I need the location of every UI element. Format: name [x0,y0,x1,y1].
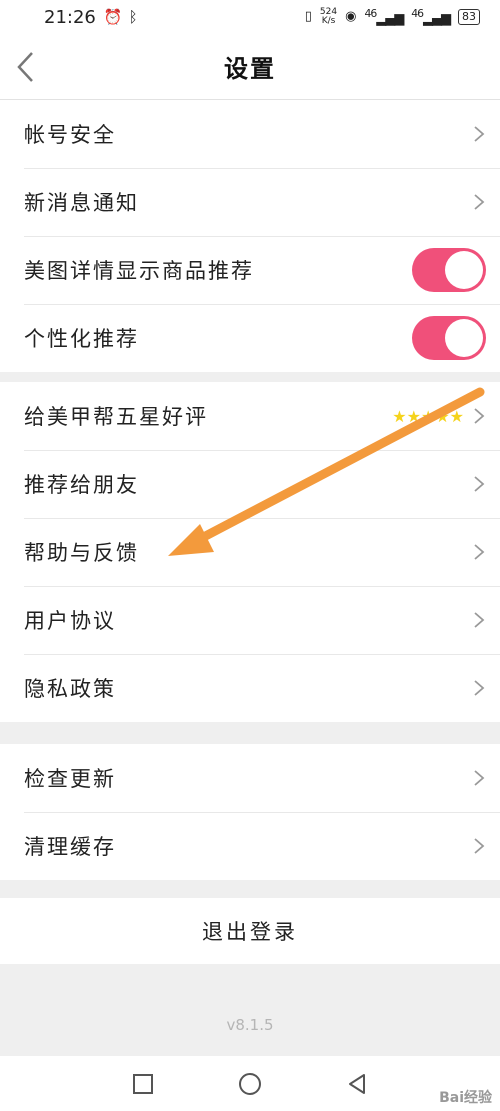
row-label: 隐私政策 [24,677,116,701]
signal-icon-2: 46▂▄▆ [411,7,451,27]
recent-apps-icon[interactable] [132,1073,154,1095]
rate-five-stars-row[interactable]: 给美甲帮五星好评 ★★★★★ [0,382,500,450]
row-label: 新消息通知 [24,191,139,215]
chevron-right-icon [474,194,485,210]
settings-group-account: 帐号安全 新消息通知 美图详情显示商品推荐 个性化推荐 [0,100,500,372]
help-feedback-row[interactable]: 帮助与反馈 [0,518,500,586]
toggle-knob [445,251,483,289]
back-triangle-icon[interactable] [346,1073,368,1095]
header-bar: 设置 [0,34,500,100]
row-label: 给美甲帮五星好评 [24,405,208,429]
recommend-to-friend-row[interactable]: 推荐给朋友 [0,450,500,518]
product-recommend-row: 美图详情显示商品推荐 [0,236,500,304]
check-update-row[interactable]: 检查更新 [0,744,500,812]
personalized-recommend-row: 个性化推荐 [0,304,500,372]
row-label: 推荐给朋友 [24,473,139,497]
net-speed: 524 K/s [319,6,338,26]
home-icon[interactable] [238,1072,262,1096]
alarm-icon: ⏰ [103,8,123,26]
version-text: v8.1.5 [226,1016,274,1034]
message-notification-row[interactable]: 新消息通知 [0,168,500,236]
five-stars-icon: ★★★★★ [392,406,464,426]
row-label: 帮助与反馈 [24,541,139,565]
page-title: 设置 [224,55,276,83]
status-bar: 21:26 ⏰ ᛒ ▯ 524 K/s ◉ 46▂▄▆ 46▂▄▆ 83 [0,0,500,34]
chevron-right-icon [474,544,485,560]
back-arrow-icon[interactable] [14,50,44,84]
chevron-right-icon [474,838,485,854]
system-nav-bar [0,1056,500,1111]
row-label: 检查更新 [24,767,116,791]
chevron-right-icon [474,680,485,696]
battery-icon: 83 [458,8,480,25]
privacy-policy-row[interactable]: 隐私政策 [0,654,500,722]
bluetooth-icon: ᛒ [128,8,138,26]
logout-label: 退出登录 [202,920,298,944]
logout-button[interactable]: 退出登录 [0,898,500,964]
signal-icon-1: 46▂▄▆ [364,7,404,27]
status-time: 21:26 [44,6,96,28]
row-label: 帐号安全 [24,123,116,147]
row-label: 个性化推荐 [24,327,139,351]
account-security-row[interactable]: 帐号安全 [0,100,500,168]
chevron-right-icon [474,612,485,628]
vibrate-icon: ▯ [304,9,312,25]
row-label: 清理缓存 [24,835,116,859]
settings-group-maintenance: 检查更新 清理缓存 [0,744,500,880]
chevron-right-icon [474,408,485,424]
row-label: 美图详情显示商品推荐 [24,259,254,283]
settings-group-about: 给美甲帮五星好评 ★★★★★ 推荐给朋友 帮助与反馈 用户协议 隐私政策 [0,382,500,722]
chevron-right-icon [474,770,485,786]
hotspot-icon: ◉ [345,9,357,25]
chevron-right-icon [474,476,485,492]
personalized-recommend-toggle[interactable] [412,316,486,360]
row-label: 用户协议 [24,609,116,633]
toggle-knob [445,319,483,357]
chevron-right-icon [474,126,485,142]
product-recommend-toggle[interactable] [412,248,486,292]
watermark-logo: Bai经验 [439,1090,492,1106]
clear-cache-row[interactable]: 清理缓存 [0,812,500,880]
user-agreement-row[interactable]: 用户协议 [0,586,500,654]
